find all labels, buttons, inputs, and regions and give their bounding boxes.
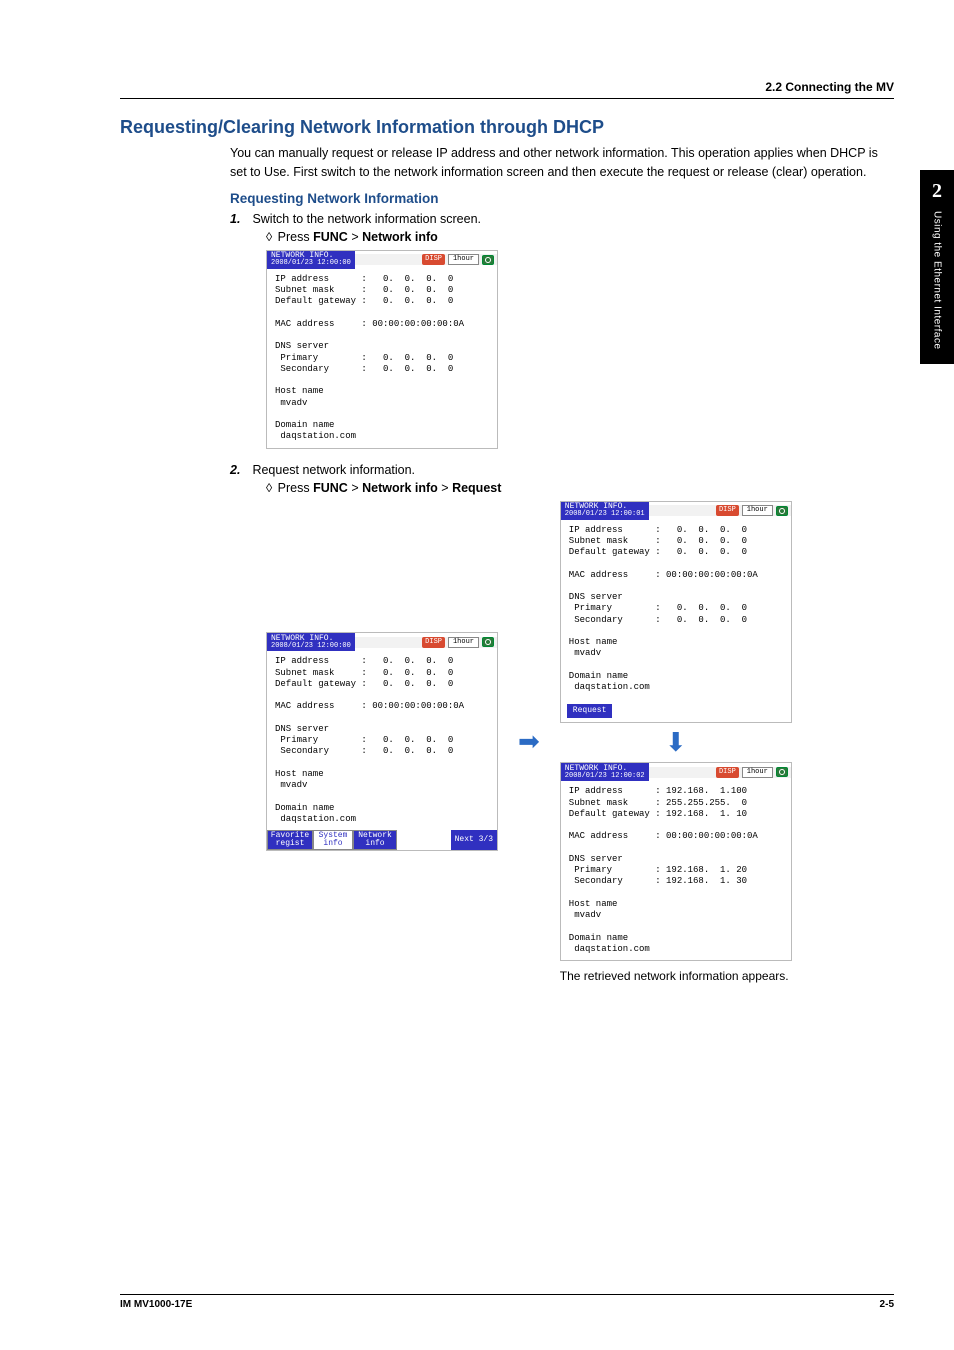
disp-badge: DISP <box>422 637 445 648</box>
record-icon <box>776 506 788 516</box>
step-2-number: 2. <box>230 463 240 477</box>
arrow-down-icon: ⬇ <box>560 727 792 758</box>
screen-titlebar: NETWORK INFO. 2008/01/23 12:00:00 DISP 1… <box>267 251 497 269</box>
step-1-text: Switch to the network information screen… <box>252 212 481 226</box>
footer-left: IM MV1000-17E <box>120 1299 192 1310</box>
subheading-requesting: Requesting Network Information <box>230 191 894 206</box>
softkey-network[interactable]: Networkinfo <box>353 830 397 850</box>
screen-timestamp: 2008/01/23 12:00:02 <box>565 773 645 780</box>
softkey-favorite[interactable]: Favoriteregist <box>267 830 313 850</box>
screen-timestamp: 2008/01/23 12:00:01 <box>565 511 645 518</box>
step-1-number: 1. <box>230 212 240 226</box>
softkey-next[interactable]: Next 3/3 <box>451 830 497 850</box>
bc1-sep1: > <box>351 230 362 244</box>
arrow-right-icon: ➡ <box>518 726 540 757</box>
caption: The retrieved network information appear… <box>560 969 792 983</box>
bc1-func: FUNC <box>313 230 348 244</box>
screen-title-right: DISP 1hour <box>355 254 497 265</box>
step-2-text: Request network information. <box>252 463 415 477</box>
bc2-sep1: > <box>351 481 362 495</box>
page-footer: IM MV1000-17E 2-5 <box>120 1294 894 1310</box>
hour-badge: 1hour <box>742 767 773 778</box>
softkey-spacer <box>397 830 451 850</box>
intro-paragraph: You can manually request or release IP a… <box>230 144 894 183</box>
screen-title-right: DISP 1hour <box>649 505 791 516</box>
screen-titlebar: NETWORK INFO. 2008/01/23 12:00:02 DISP 1… <box>561 763 791 781</box>
screen-title-right: DISP 1hour <box>649 767 791 778</box>
section-header: 2.2 Connecting the MV <box>120 80 894 99</box>
screen-title-left: NETWORK INFO. 2008/01/23 12:00:00 <box>267 251 355 269</box>
bc2-netinfo: Network info <box>362 481 438 495</box>
screen-timestamp: 2008/01/23 12:00:00 <box>271 643 351 650</box>
breadcrumb-2: ◊ Press FUNC > Network info > Request <box>266 481 894 495</box>
screen-title-left: NETWORK INFO. 2008/01/23 12:00:00 <box>267 633 355 651</box>
screen-body-2: IP address : 0. 0. 0. 0 Subnet mask : 0.… <box>267 651 497 830</box>
device-screen-1: NETWORK INFO. 2008/01/23 12:00:00 DISP 1… <box>266 250 498 449</box>
disp-badge: DISP <box>716 767 739 778</box>
request-button-wrap: Request <box>561 698 791 722</box>
screenshot-1: NETWORK INFO. 2008/01/23 12:00:00 DISP 1… <box>266 250 894 449</box>
screen-title-left: NETWORK INFO. 2008/01/23 12:00:02 <box>561 763 649 781</box>
bc2-prefix: Press <box>278 481 313 495</box>
bc2-func: FUNC <box>313 481 348 495</box>
device-screen-2: NETWORK INFO. 2008/01/23 12:00:00 DISP 1… <box>266 632 498 851</box>
record-icon <box>482 255 494 265</box>
chapter-number: 2 <box>932 180 942 211</box>
screen-title-right: DISP 1hour <box>355 637 497 648</box>
device-screen-4: NETWORK INFO. 2008/01/23 12:00:02 DISP 1… <box>560 762 792 961</box>
diamond-icon: ◊ <box>266 230 272 244</box>
screen-body-1: IP address : 0. 0. 0. 0 Subnet mask : 0.… <box>267 269 497 448</box>
diamond-icon: ◊ <box>266 481 272 495</box>
bc1-prefix: Press <box>278 230 313 244</box>
right-column: NETWORK INFO. 2008/01/23 12:00:01 DISP 1… <box>560 501 792 984</box>
hour-badge: 1hour <box>742 505 773 516</box>
screen-body-3: IP address : 0. 0. 0. 0 Subnet mask : 0.… <box>561 520 791 699</box>
screen-timestamp: 2008/01/23 12:00:00 <box>271 260 351 267</box>
screen-titlebar: NETWORK INFO. 2008/01/23 12:00:00 DISP 1… <box>267 633 497 651</box>
record-icon <box>482 637 494 647</box>
page-title: Requesting/Clearing Network Information … <box>120 117 894 138</box>
disp-badge: DISP <box>716 505 739 516</box>
record-icon <box>776 767 788 777</box>
chapter-text: Using the Ethernet Interface <box>932 211 943 350</box>
disp-badge: DISP <box>422 254 445 265</box>
bc2-sep2: > <box>441 481 452 495</box>
screen-titlebar: NETWORK INFO. 2008/01/23 12:00:01 DISP 1… <box>561 502 791 520</box>
screen-softkey-bar: Favoriteregist Systeminfo Networkinfo Ne… <box>267 830 497 850</box>
softkey-system[interactable]: Systeminfo <box>313 830 353 850</box>
step-2: 2. Request network information. <box>230 463 894 477</box>
bc2-request: Request <box>452 481 501 495</box>
request-button[interactable]: Request <box>567 704 613 718</box>
hour-badge: 1hour <box>448 254 479 265</box>
device-screen-3: NETWORK INFO. 2008/01/23 12:00:01 DISP 1… <box>560 501 792 724</box>
screen-title-left: NETWORK INFO. 2008/01/23 12:00:01 <box>561 502 649 520</box>
request-flow-row: NETWORK INFO. 2008/01/23 12:00:00 DISP 1… <box>266 501 894 984</box>
hour-badge: 1hour <box>448 637 479 648</box>
breadcrumb-1: ◊ Press FUNC > Network info <box>266 230 894 244</box>
bc1-netinfo: Network info <box>362 230 438 244</box>
step-1: 1. Switch to the network information scr… <box>230 212 894 226</box>
chapter-tab: 2 Using the Ethernet Interface <box>920 170 954 364</box>
screen-body-4: IP address : 192.168. 1.100 Subnet mask … <box>561 781 791 960</box>
footer-right: 2-5 <box>880 1299 894 1310</box>
